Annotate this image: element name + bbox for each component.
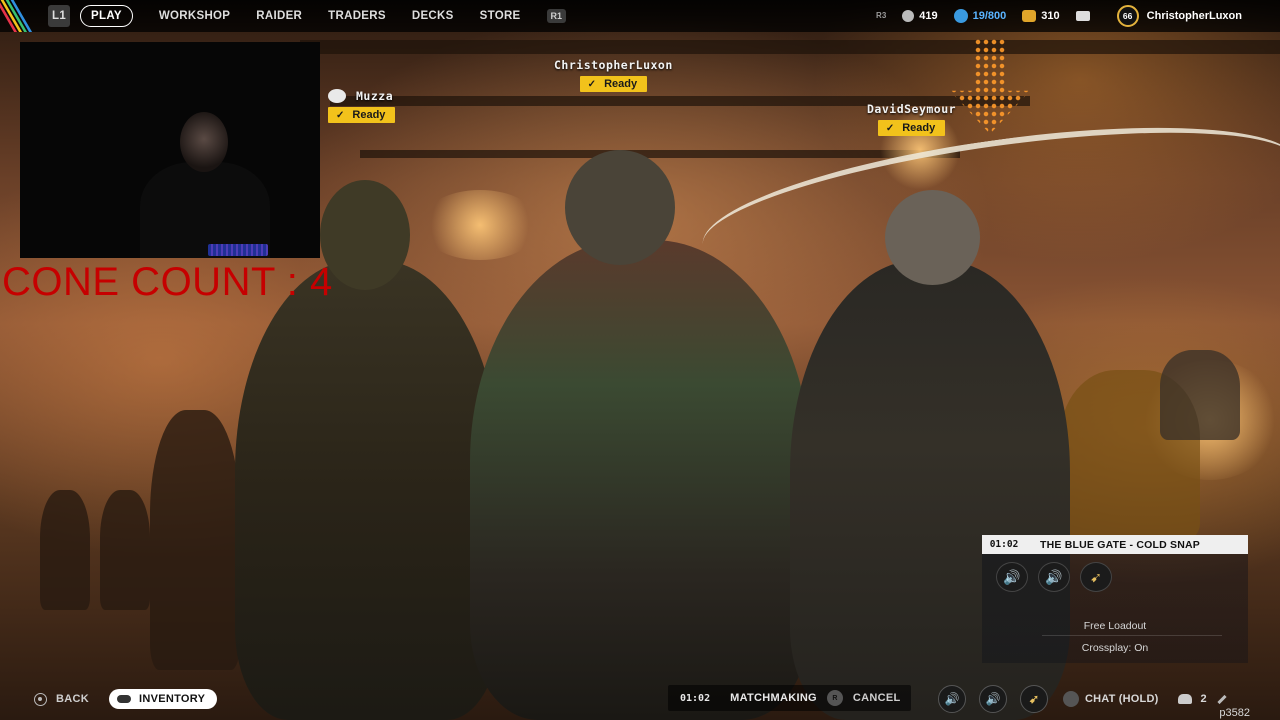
coins-value: 419	[919, 10, 938, 22]
nav-tab-store[interactable]: STORE	[480, 6, 521, 26]
credits-value: 310	[1041, 10, 1060, 22]
player-stats: R3 419 19/800 310 66 ChristopherLuxon	[876, 5, 1242, 27]
circle-button-icon	[34, 692, 47, 706]
currency-progress: 19/800	[953, 9, 1007, 23]
crossplay-label: Crossplay: On	[1081, 642, 1149, 654]
nav-tab-workshop[interactable]: WORKSHOP	[159, 6, 230, 26]
ready-badge: ✓ Ready	[328, 107, 396, 123]
matchmaking-bar: 01:02 MATCHMAKING R CANCEL	[668, 685, 911, 711]
mail-icon[interactable]	[1075, 11, 1090, 21]
back-button[interactable]: BACK	[34, 692, 89, 706]
r-button-icon: R	[826, 690, 843, 706]
player-tag-davidseymour: DavidSeymour ✓ Ready	[867, 102, 956, 136]
main-nav: L1 PLAY WORKSHOP RAIDER TRADERS DECKS ST…	[48, 5, 567, 27]
credits-icon	[1022, 10, 1037, 22]
ready-badge: ✓ Ready	[579, 76, 648, 92]
nav-tab-decks[interactable]: DECKS	[412, 6, 454, 26]
raider-character-muzza	[235, 180, 500, 720]
party-leader-crown-icon	[328, 89, 346, 103]
watermark: p3582	[1219, 707, 1250, 719]
party-count: 2	[1200, 693, 1207, 705]
player-name: ChristopherLuxon	[554, 58, 673, 72]
top-navigation-bar: L1 PLAY WORKSHOP RAIDER TRADERS DECKS ST…	[0, 0, 1280, 32]
matchmaking-timer: 01:02	[680, 692, 711, 704]
edit-icon[interactable]	[1217, 694, 1227, 704]
check-icon: ✓	[885, 122, 895, 134]
touchpad-icon	[116, 695, 131, 703]
r3-button-hint: R3	[876, 11, 887, 20]
cancel-button[interactable]: CANCEL	[853, 692, 901, 704]
check-icon: ✓	[336, 109, 345, 121]
brand-stripes-logo	[0, 0, 44, 32]
speaker-icon[interactable]: 🔊	[938, 685, 966, 713]
check-icon: ✓	[587, 78, 597, 90]
player-name: Muzza	[356, 89, 394, 103]
raider-character-christopherluxon	[470, 150, 810, 720]
player-name: DavidSeymour	[867, 102, 957, 116]
l1-button-hint[interactable]: L1	[48, 5, 71, 27]
raider-icon: ➹	[1080, 562, 1112, 592]
party-indicator[interactable]: 2	[1178, 693, 1227, 705]
nav-tab-raider[interactable]: RAIDER	[256, 6, 302, 26]
currency-credits: 310	[1022, 10, 1060, 22]
chat-button-icon	[1063, 691, 1079, 707]
free-loadout-label: Free Loadout	[1083, 620, 1147, 632]
progress-value: 19/800	[972, 10, 1007, 22]
cone-count-overlay: CONE COUNT : 4	[2, 260, 333, 304]
mail[interactable]	[1075, 11, 1095, 21]
r1-button-hint[interactable]: R1	[546, 9, 567, 23]
profile[interactable]: 66 ChristopherLuxon	[1116, 5, 1242, 27]
chat-button[interactable]: CHAT (HOLD)	[1063, 691, 1158, 707]
squad-slots: 🔊 🔊 ➹	[982, 554, 1248, 592]
map-header: 01:02 THE BLUE GATE - COLD SNAP	[982, 535, 1248, 554]
coin-icon	[902, 10, 915, 22]
speaker-icon: 🔊	[1038, 562, 1070, 592]
progress-icon	[953, 9, 968, 23]
nav-tab-play[interactable]: PLAY	[80, 5, 133, 27]
map-selection-panel[interactable]: 01:02 THE BLUE GATE - COLD SNAP 🔊 🔊 ➹ Fr…	[982, 535, 1248, 663]
ready-badge: ✓ Ready	[877, 120, 946, 136]
nav-tab-traders[interactable]: TRADERS	[328, 6, 386, 26]
level-badge: 66	[1116, 5, 1139, 27]
currency-coins: 419	[902, 10, 938, 22]
player-tag-muzza: Muzza ✓ Ready	[328, 89, 396, 123]
player-tag-christopherluxon: ChristopherLuxon ✓ Ready	[554, 58, 673, 92]
raider-icon[interactable]: ➹	[1020, 685, 1048, 713]
party-icon	[1178, 694, 1193, 704]
matchmaking-label: MATCHMAKING	[730, 692, 817, 704]
speaker-icon: 🔊	[996, 562, 1028, 592]
speaker-icon[interactable]: 🔊	[979, 685, 1007, 713]
inventory-button[interactable]: INVENTORY	[108, 689, 218, 709]
webcam-overlay	[20, 42, 320, 258]
queue-timer: 01:02	[989, 539, 1019, 550]
bottom-bar: BACK INVENTORY 01:02 MATCHMAKING R CANCE…	[0, 680, 1280, 720]
map-title: THE BLUE GATE - COLD SNAP	[1040, 538, 1200, 551]
username: ChristopherLuxon	[1146, 10, 1242, 22]
